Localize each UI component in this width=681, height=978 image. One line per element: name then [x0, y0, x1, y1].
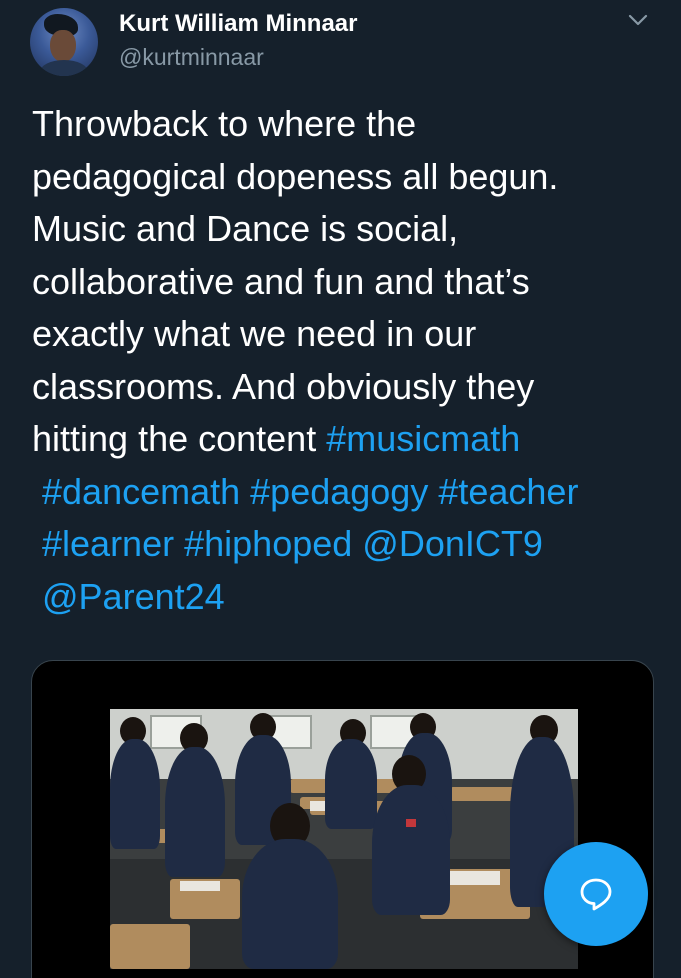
tweet-line: hitting the content #musicmath [32, 413, 662, 466]
hashtag-pedagogy[interactable]: #pedagogy [250, 471, 428, 512]
tweet-line: #dancemath #pedagogy #teacher [32, 466, 662, 519]
paper [180, 881, 220, 891]
tweet-line-text: hitting the content [32, 418, 317, 459]
hashtag-teacher[interactable]: #teacher [438, 471, 578, 512]
speech-bubble-icon [580, 878, 612, 911]
hashtag-hiphoped[interactable]: #hiphoped [184, 523, 352, 564]
tweet-line: @Parent24 [32, 571, 662, 624]
tweet-line: collaborative and fun and that’s [32, 260, 530, 302]
mention-donict9[interactable]: @DonICT9 [362, 523, 543, 564]
tweet: Kurt William Minnaar @kurtminnaar Throwb… [0, 0, 681, 978]
student [110, 739, 160, 849]
tweet-line: exactly what we need in our [32, 313, 477, 354]
student [372, 785, 450, 915]
hashtag-dancemath[interactable]: #dancemath [42, 471, 240, 512]
tweet-line: Music and Dance is social, [32, 208, 459, 249]
avatar[interactable] [30, 8, 98, 76]
student [165, 747, 225, 877]
student [242, 839, 338, 969]
avatar-shirt [40, 60, 88, 76]
avatar-face [50, 30, 76, 62]
tweet-line: pedagogical dopeness all begun. [32, 155, 559, 197]
hashtag-learner[interactable]: #learner [42, 523, 174, 564]
reply-button[interactable] [544, 842, 648, 946]
mention-parent24[interactable]: @Parent24 [42, 576, 225, 617]
student [325, 739, 377, 829]
display-name[interactable]: Kurt William Minnaar [119, 10, 357, 38]
tweet-line: Throwback to where the [32, 103, 417, 144]
media-caption-strip [0, 962, 681, 978]
user-handle[interactable]: @kurtminnaar [119, 44, 264, 71]
tweet-line: #learner #hiphoped @DonICT9 [32, 518, 662, 571]
uniform-tie [406, 819, 416, 827]
tweet-line: classrooms. And obviously they [32, 365, 535, 407]
video-thumbnail[interactable] [110, 709, 578, 969]
tweet-text: Throwback to where the pedagogical dopen… [32, 98, 662, 623]
chevron-down-icon[interactable] [626, 10, 650, 30]
hashtag-musicmath[interactable]: #musicmath [326, 418, 520, 459]
